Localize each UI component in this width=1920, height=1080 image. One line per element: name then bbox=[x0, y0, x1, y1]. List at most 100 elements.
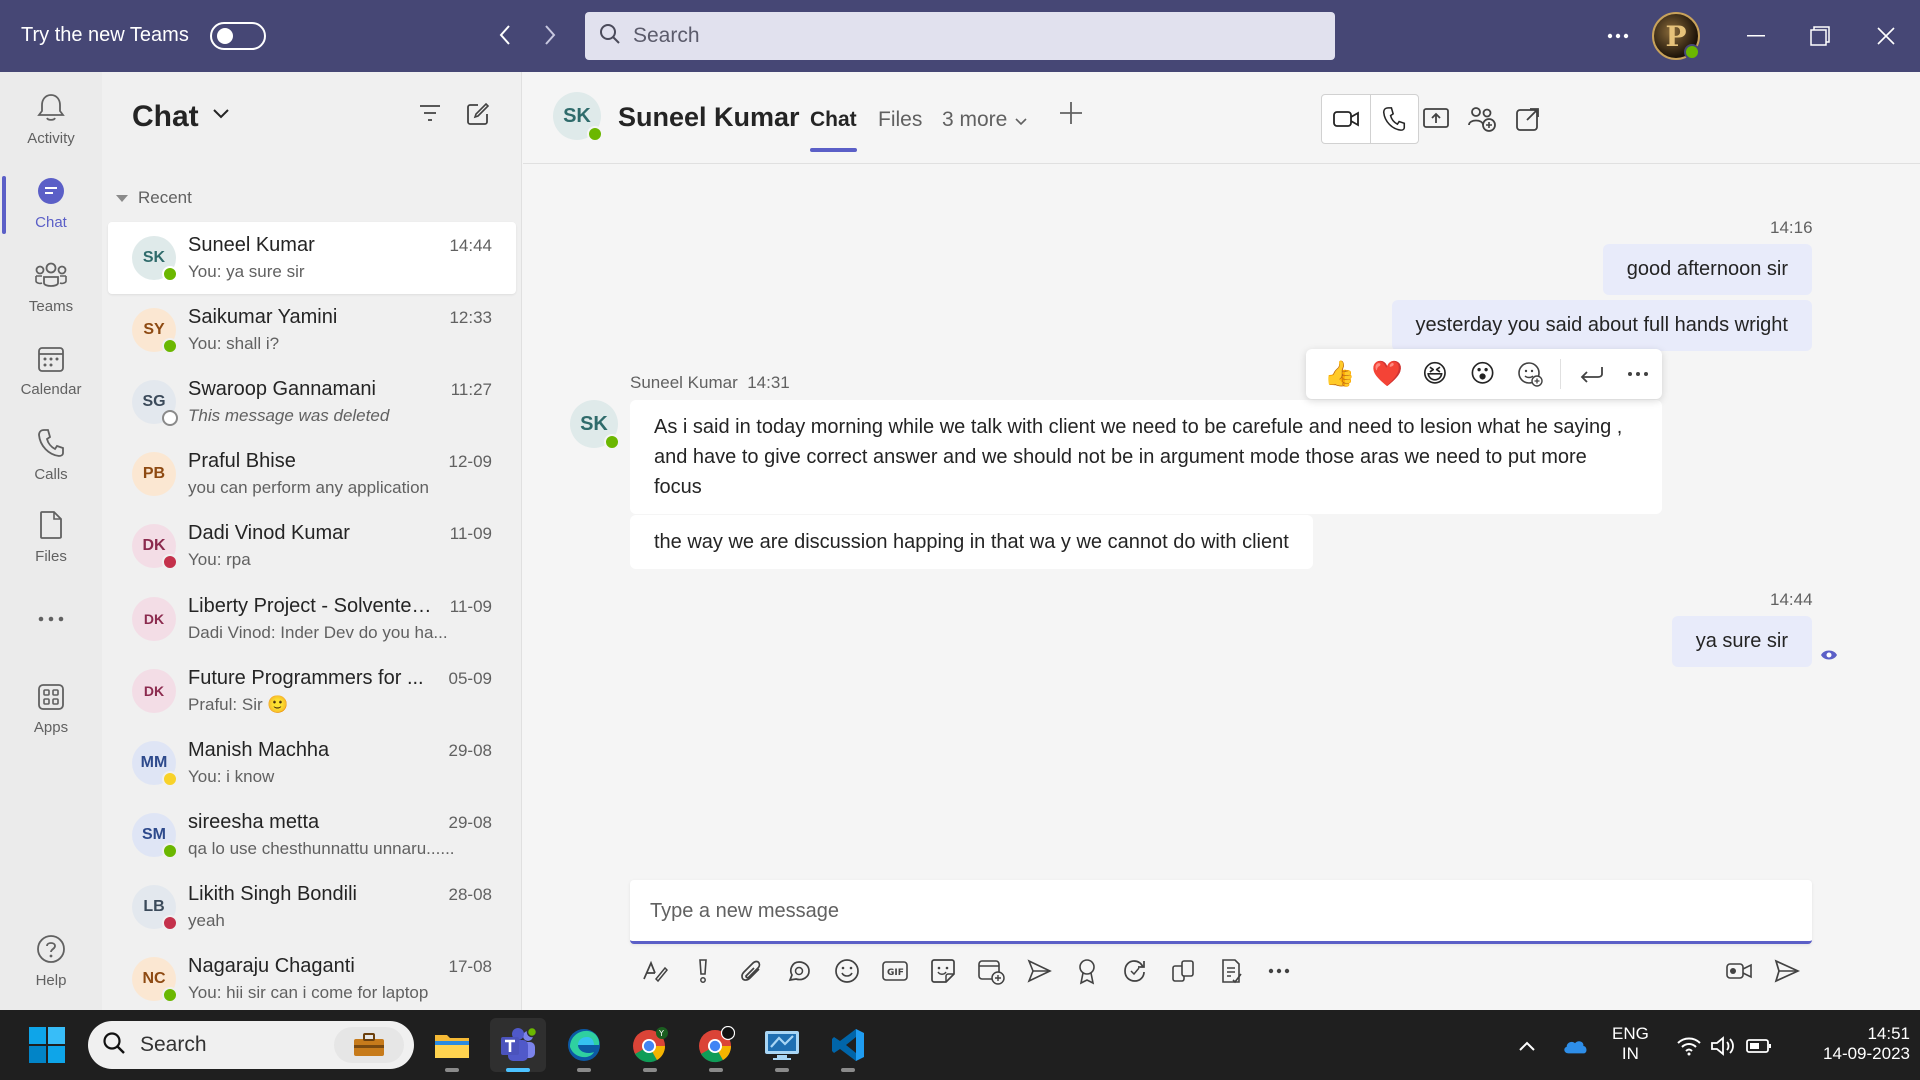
onedrive-icon[interactable] bbox=[1562, 1034, 1588, 1058]
rail-item-apps[interactable]: Apps bbox=[0, 672, 102, 746]
add-reaction-icon[interactable] bbox=[1506, 354, 1554, 394]
minimize-icon[interactable] bbox=[1738, 18, 1774, 54]
chat-list-item[interactable]: PB Praful Bhise 12-09 you can perform any a… bbox=[108, 438, 516, 510]
profile-avatar[interactable]: P bbox=[1652, 12, 1700, 60]
add-people-icon[interactable] bbox=[1467, 104, 1497, 134]
heart-reaction-icon[interactable]: ❤️ bbox=[1364, 354, 1412, 394]
recent-section-header[interactable]: Recent bbox=[116, 188, 192, 208]
rail-item-more[interactable] bbox=[0, 580, 102, 654]
rail-label: Activity bbox=[27, 129, 75, 147]
praise-icon[interactable] bbox=[1072, 956, 1102, 986]
apps-extension-icon[interactable] bbox=[1168, 956, 1198, 986]
chat-list-item[interactable]: SG Swaroop Gannamani 11:27 This message was… bbox=[108, 366, 516, 438]
calendar-icon bbox=[37, 345, 65, 377]
format-icon[interactable] bbox=[640, 956, 670, 986]
volume-icon[interactable] bbox=[1710, 1034, 1736, 1058]
chat-preview: You: i know bbox=[188, 767, 275, 786]
chat-list-item[interactable]: MM Manish Machha 29-08 You: i know bbox=[108, 727, 516, 799]
rail-item-calendar[interactable]: Calendar bbox=[0, 334, 102, 408]
chevron-up-icon[interactable] bbox=[1514, 1034, 1540, 1058]
top-search-input[interactable]: Search bbox=[585, 12, 1335, 60]
rail-item-chat[interactable]: Chat bbox=[0, 166, 102, 240]
forward-arrow-icon[interactable] bbox=[535, 20, 565, 50]
tab-files[interactable]: Files bbox=[878, 108, 922, 132]
rail-item-files[interactable]: Files bbox=[0, 500, 102, 574]
attach-icon[interactable] bbox=[736, 956, 766, 986]
bell-icon bbox=[37, 92, 65, 126]
chat-time: 29-08 bbox=[448, 741, 492, 760]
laugh-reaction-icon[interactable]: 😆 bbox=[1411, 354, 1459, 394]
battery-icon[interactable] bbox=[1746, 1034, 1772, 1058]
surprised-reaction-icon[interactable]: 😮 bbox=[1459, 354, 1507, 394]
pop-out-icon[interactable] bbox=[1513, 104, 1543, 134]
chat-list-item[interactable]: LB Likith Singh Bondili 28-08 yeah bbox=[108, 871, 516, 943]
file-explorer-icon[interactable] bbox=[424, 1018, 480, 1072]
refresh-icon[interactable] bbox=[1120, 956, 1150, 986]
remote-desktop-icon[interactable] bbox=[754, 1018, 810, 1072]
edge-browser-icon[interactable] bbox=[556, 1018, 612, 1072]
compose-box[interactable]: Type a new message bbox=[630, 880, 1812, 944]
close-icon[interactable] bbox=[1868, 18, 1904, 54]
avatar-initials: DK bbox=[142, 537, 166, 554]
chat-list-item[interactable]: NC Nagaraju Chaganti 17-08 You: hii sir can… bbox=[108, 943, 516, 1010]
chevron-down-icon[interactable] bbox=[212, 106, 230, 124]
rail-item-activity[interactable]: Activity bbox=[0, 82, 102, 156]
their-message-bubble[interactable]: As i said in today morning while we talk… bbox=[630, 400, 1662, 514]
taskbar-search-input[interactable]: Search bbox=[88, 1021, 414, 1069]
sticker-icon[interactable] bbox=[928, 956, 958, 986]
avatar-initials: PB bbox=[142, 465, 166, 482]
language-indicator[interactable]: ENG IN bbox=[1612, 1024, 1649, 1064]
chat-list-item[interactable]: SM sireesha metta 29-08 qa lo use chesthunn… bbox=[108, 799, 516, 871]
clock[interactable]: 14:51 14-09-2023 bbox=[1790, 1024, 1910, 1064]
taskbar-search-placeholder: Search bbox=[140, 1033, 207, 1056]
tab-chat[interactable]: Chat bbox=[810, 108, 857, 152]
rail-item-help[interactable]: Help bbox=[0, 924, 102, 998]
gif-icon[interactable]: GIF bbox=[880, 956, 910, 986]
send-icon[interactable] bbox=[1772, 956, 1802, 986]
my-message-bubble[interactable]: good afternoon sir bbox=[1602, 244, 1812, 295]
chat-list-item[interactable]: SY Saikumar Yamini 12:33 You: shall i? bbox=[108, 294, 516, 366]
my-message-bubble[interactable]: ya sure sir bbox=[1671, 616, 1812, 667]
more-options-icon[interactable] bbox=[1264, 956, 1294, 986]
loop-icon[interactable] bbox=[784, 956, 814, 986]
add-tab-icon[interactable] bbox=[1058, 100, 1084, 131]
try-new-teams-toggle[interactable] bbox=[210, 22, 266, 50]
contact-avatar[interactable]: SK bbox=[553, 92, 603, 142]
audio-call-icon[interactable] bbox=[1369, 95, 1418, 143]
tab-more[interactable]: 3 more bbox=[942, 108, 1027, 132]
windows-start-icon[interactable] bbox=[28, 1026, 66, 1069]
chat-list-item[interactable]: DK Future Programmers for ... 05-09 Praful:… bbox=[108, 655, 516, 727]
approvals-icon[interactable] bbox=[1216, 956, 1246, 986]
emoji-icon[interactable] bbox=[832, 956, 862, 986]
priority-icon[interactable] bbox=[688, 956, 718, 986]
filter-icon[interactable] bbox=[418, 102, 442, 129]
rail-item-calls[interactable]: Calls bbox=[0, 418, 102, 492]
share-screen-icon[interactable] bbox=[1421, 104, 1451, 134]
new-chat-icon[interactable] bbox=[466, 102, 490, 131]
back-arrow-icon[interactable] bbox=[490, 20, 520, 50]
schedule-meeting-icon[interactable] bbox=[976, 956, 1006, 986]
vscode-icon[interactable] bbox=[820, 1018, 876, 1072]
chat-list-item[interactable]: DK Dadi Vinod Kumar 11-09 You: rpa bbox=[108, 510, 516, 582]
sender-avatar[interactable]: SK bbox=[570, 400, 620, 450]
my-message-bubble[interactable]: yesterday you said about full hands wrig… bbox=[1391, 300, 1812, 351]
chat-list-item[interactable]: SK Suneel Kumar 14:44 You: ya sure sir bbox=[108, 222, 516, 294]
reply-icon[interactable] bbox=[1567, 354, 1615, 394]
wifi-icon[interactable] bbox=[1676, 1034, 1702, 1058]
stream-icon[interactable] bbox=[1024, 956, 1054, 986]
message-more-icon[interactable] bbox=[1614, 354, 1662, 394]
restore-icon[interactable] bbox=[1802, 18, 1838, 54]
settings-more-icon[interactable] bbox=[1600, 22, 1636, 50]
chrome-browser-icon[interactable]: Y bbox=[622, 1018, 678, 1072]
video-call-icon[interactable] bbox=[1322, 95, 1370, 143]
video-clip-icon[interactable] bbox=[1724, 956, 1754, 986]
rail-item-teams[interactable]: Teams bbox=[0, 250, 102, 324]
chrome-profile-icon[interactable] bbox=[688, 1018, 744, 1072]
chat-list-item[interactable]: DK Liberty Project - Solventek... 11-09 Dad… bbox=[108, 583, 516, 655]
like-reaction-icon[interactable]: 👍 bbox=[1316, 354, 1364, 394]
avatar: SK bbox=[132, 236, 178, 282]
clock-date: 14-09-2023 bbox=[1823, 1044, 1910, 1063]
avatar: PB bbox=[132, 452, 176, 496]
teams-taskbar-icon[interactable] bbox=[490, 1018, 546, 1072]
their-message-bubble[interactable]: the way we are discussion happing in tha… bbox=[630, 515, 1313, 569]
